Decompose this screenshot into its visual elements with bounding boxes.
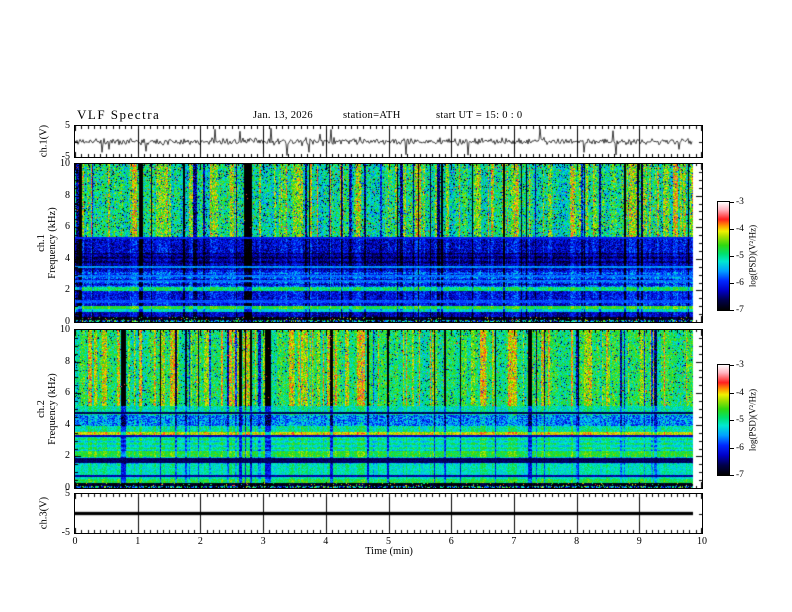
- vlf-spectra-figure: VLF Spectra Jan. 13, 2026 station=ATH st…: [0, 0, 792, 612]
- x-tick-label: 7: [511, 536, 517, 547]
- ch1-frequency-axis-label-line2: Frequency (kHz): [47, 207, 58, 279]
- ch1-voltage-panel: [74, 125, 703, 158]
- x-tick-label: 6: [448, 536, 454, 547]
- colorbar-tick: [730, 420, 734, 421]
- colorbar-tick-label: -4: [736, 224, 744, 234]
- colorbar-tick-label: -6: [736, 278, 744, 288]
- date-label: Jan. 13, 2026: [253, 110, 313, 121]
- x-tick-label: 2: [197, 536, 203, 547]
- ch1-spectrogram-canvas: [75, 164, 702, 322]
- colorbar-tick: [730, 365, 734, 366]
- y-tick-label: 8: [65, 189, 70, 201]
- time-axis-label: Time (min): [365, 546, 413, 557]
- y-tick-label: 5: [65, 120, 70, 131]
- ch3-voltage-panel: [74, 493, 703, 534]
- y-tick-label: 10: [60, 158, 70, 169]
- colorbar-tick-label: -3: [736, 197, 744, 207]
- ch1-frequency-axis-label-line1: ch.1: [36, 234, 47, 252]
- x-tick-label: 3: [260, 536, 266, 547]
- y-tick-label: 2: [65, 450, 70, 462]
- x-tick-label: 0: [72, 536, 78, 547]
- x-tick-label: 1: [135, 536, 141, 547]
- plot-title: VLF Spectra: [77, 107, 161, 122]
- x-tick-label: 5: [386, 536, 391, 547]
- colorbar-ch2-gradient: [717, 364, 730, 476]
- y-tick-label: 8: [65, 355, 70, 367]
- ch2-spectrogram-canvas: [75, 330, 702, 488]
- x-tick-label: 10: [697, 536, 707, 547]
- ch1-spectrogram-panel: [74, 163, 703, 323]
- colorbar-tick-label: -7: [736, 470, 744, 480]
- colorbar-tick-label: -4: [736, 387, 744, 398]
- ch1-waveform-canvas: [75, 126, 702, 157]
- colorbar-tick: [730, 447, 734, 449]
- y-tick-label: 6: [65, 387, 70, 399]
- colorbar-tick-label: -7: [736, 305, 744, 315]
- x-tick-label: 9: [636, 536, 642, 547]
- y-tick-label: 10: [60, 324, 70, 335]
- y-tick-label: -5: [61, 527, 70, 538]
- ch3-voltage-axis-label: ch.3(V): [38, 496, 50, 530]
- colorbar-ch1-label: log(PSD)(V²/Hz): [747, 224, 758, 288]
- y-tick-label: 4: [65, 252, 70, 264]
- colorbar-ch2-label: log(PSD)(V²/Hz): [747, 388, 758, 452]
- colorbar-tick-label: -3: [736, 360, 744, 370]
- x-tick-label: 4: [323, 536, 329, 547]
- colorbar-tick-label: -6: [736, 442, 744, 453]
- colorbar-tick: [730, 229, 734, 230]
- colorbar-ch1-gradient: [717, 201, 730, 311]
- x-tick-label: 8: [574, 536, 580, 547]
- colorbar-tick: [730, 310, 734, 311]
- colorbar-tick: [730, 202, 734, 203]
- ch3-waveform-canvas: [75, 494, 702, 533]
- colorbar-tick-label: -5: [736, 251, 744, 261]
- y-tick-label: 2: [65, 284, 70, 296]
- ch2-spectrogram-panel: [74, 329, 703, 489]
- ch2-frequency-axis-label-line2: Frequency (kHz): [47, 373, 58, 445]
- colorbar-tick: [730, 256, 734, 257]
- y-tick-label: 4: [65, 418, 70, 430]
- colorbar-tick-label: -5: [736, 415, 744, 425]
- ch2-frequency-axis-label-line1: ch.2: [36, 400, 47, 418]
- start-ut-label: start UT = 15: 0 : 0: [436, 110, 523, 121]
- colorbar-tick: [730, 283, 734, 284]
- ch2-frequency-axis-label: ch.2 Frequency (kHz): [36, 373, 58, 444]
- y-tick-label: 5: [65, 488, 70, 499]
- colorbar-tick: [730, 392, 734, 394]
- y-tick-label: 6: [65, 221, 70, 233]
- station-label: station=ATH: [343, 110, 401, 121]
- colorbar-tick: [730, 475, 734, 476]
- ch1-frequency-axis-label: ch.1 Frequency (kHz): [36, 207, 58, 278]
